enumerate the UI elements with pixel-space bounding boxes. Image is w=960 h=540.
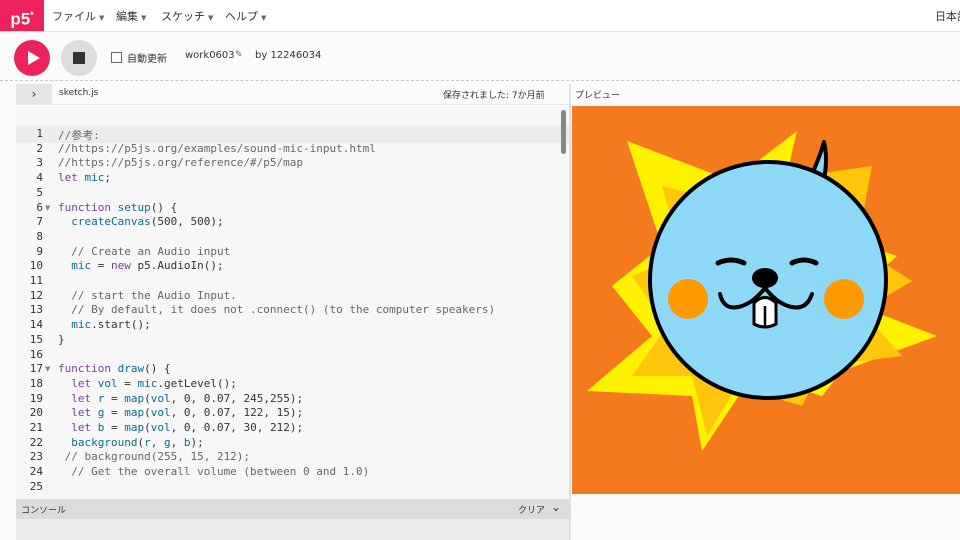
code-line[interactable]: createCanvas(500, 500); <box>58 215 223 228</box>
console-header[interactable] <box>16 499 569 519</box>
line-number: 22 <box>29 435 43 449</box>
code-line[interactable]: let vol = mic.getLevel(); <box>58 377 237 390</box>
line-number: 19 <box>29 391 43 405</box>
line-number: 3 <box>36 156 43 170</box>
line-number: 5 <box>36 185 43 199</box>
code-line[interactable]: // By default, it does not .connect() (t… <box>58 303 495 316</box>
line-number: 24 <box>29 465 43 479</box>
line-number: 12 <box>29 288 43 302</box>
p5-logo[interactable]: p5* <box>0 0 44 31</box>
console-clear-button[interactable]: クリア <box>518 503 545 516</box>
code-line[interactable]: let mic; <box>58 171 111 184</box>
line-number: 17 <box>29 362 43 376</box>
code-line[interactable]: // start the Audio Input. <box>58 289 237 302</box>
stop-button[interactable] <box>61 40 97 76</box>
play-button[interactable] <box>14 40 50 76</box>
console-body <box>16 519 569 540</box>
line-number: 25 <box>29 479 43 493</box>
line-number: 14 <box>29 318 43 332</box>
code-line[interactable]: //参考: <box>58 127 100 143</box>
chevron-down-icon[interactable]: ⌄ <box>551 500 561 514</box>
line-number: 4 <box>36 171 43 185</box>
code-line[interactable]: background(r, g, b); <box>58 436 203 449</box>
caret-down-icon: ▼ <box>99 14 105 22</box>
code-line[interactable]: //https://p5js.org/examples/sound-mic-in… <box>58 142 376 155</box>
line-number: 7 <box>36 215 43 229</box>
line-number: 16 <box>29 347 43 361</box>
saved-status: 保存されました: 7か月前 <box>443 91 545 101</box>
code-line[interactable]: let g = map(vol, 0, 0.07, 122, 15); <box>58 406 303 419</box>
pane-divider[interactable] <box>569 84 571 540</box>
author-byline: by 12246034 <box>255 50 322 61</box>
code-line[interactable]: // Create an Audio input <box>58 245 230 258</box>
menu-file[interactable]: ファイル ▼ <box>52 8 104 24</box>
line-number: 21 <box>29 421 43 434</box>
left-cheek <box>668 279 708 319</box>
caret-down-icon: ▼ <box>141 14 147 22</box>
language-selector[interactable]: 日本語 <box>935 8 960 24</box>
line-number: 9 <box>36 244 43 258</box>
line-number: 1 <box>36 127 43 140</box>
line-number: 18 <box>29 376 43 390</box>
menu-sketch[interactable]: スケッチ ▼ <box>161 8 213 24</box>
code-line[interactable]: let r = map(vol, 0, 0.07, 245,255); <box>58 392 303 405</box>
code-line[interactable]: function draw() { <box>58 362 171 375</box>
line-number: 11 <box>29 274 43 287</box>
line-number: 23 <box>29 450 43 464</box>
code-line[interactable]: function setup() { <box>58 201 177 214</box>
preview-label: プレビュー <box>575 91 621 101</box>
code-line[interactable]: mic = new p5.AudioIn(); <box>58 259 223 272</box>
menu-help[interactable]: ヘルプ ▼ <box>225 8 266 24</box>
file-name: sketch.js <box>59 88 99 98</box>
fold-arrow-icon[interactable]: ▼ <box>45 204 50 212</box>
caret-down-icon: ▼ <box>208 14 214 22</box>
line-number: 20 <box>29 406 43 420</box>
editor-scrollbar[interactable] <box>561 110 566 154</box>
code-line[interactable]: } <box>58 333 65 346</box>
code-line[interactable]: // Get the overall volume (between 0 and… <box>58 465 369 478</box>
sketch-name[interactable]: work0603 <box>185 50 235 61</box>
line-number: 13 <box>29 303 43 317</box>
code-line[interactable]: mic.start(); <box>58 318 150 331</box>
preview-canvas <box>572 106 960 494</box>
code-line[interactable]: // background(255, 15, 212); <box>58 450 250 463</box>
autorefresh-checkbox[interactable] <box>111 52 122 63</box>
line-number: 10 <box>29 259 43 273</box>
code-line[interactable]: let b = map(vol, 0, 0.07, 30, 212); <box>58 421 303 434</box>
caret-down-icon: ▼ <box>261 14 267 22</box>
expand-sidebar-button[interactable]: › <box>16 84 52 104</box>
line-number: 6 <box>36 200 43 214</box>
fold-arrow-icon[interactable]: ▼ <box>45 365 50 373</box>
console-label: コンソール <box>21 506 67 516</box>
autorefresh-label: 自動更新 <box>127 54 167 65</box>
menu-edit[interactable]: 編集 ▼ <box>116 8 146 24</box>
right-cheek <box>824 279 864 319</box>
line-number: 8 <box>36 229 43 243</box>
pencil-icon[interactable]: ✎ <box>235 50 243 60</box>
preview-empty-area <box>572 494 960 540</box>
code-line[interactable]: //https://p5js.org/reference/#/p5/map <box>58 156 303 169</box>
line-number: 2 <box>36 141 43 155</box>
line-number: 15 <box>29 332 43 346</box>
